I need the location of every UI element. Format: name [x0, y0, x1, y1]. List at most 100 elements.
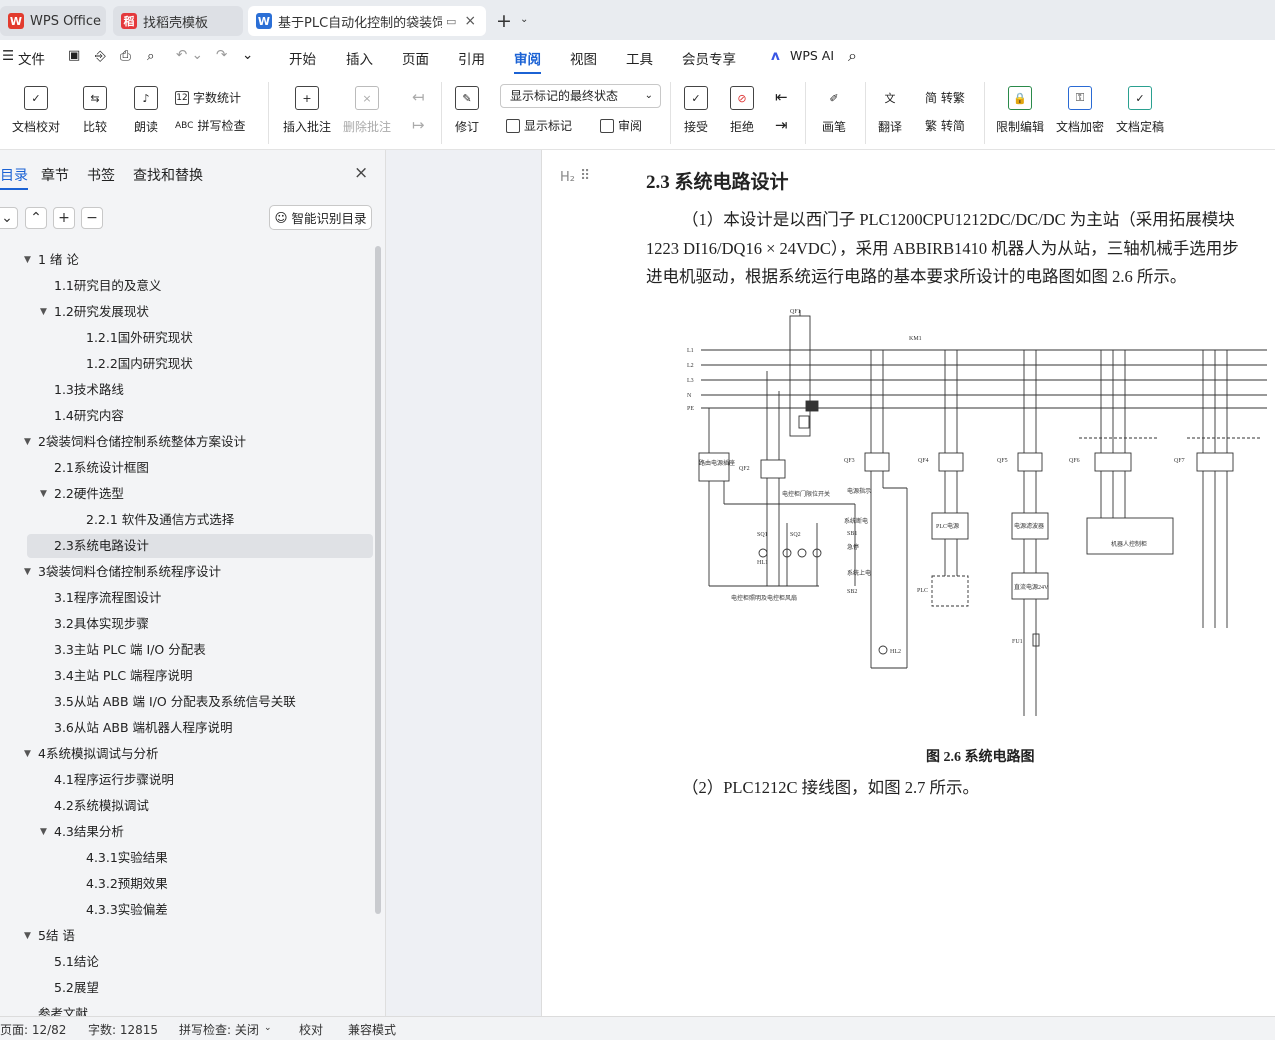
toc-item[interactable]: ▼ 3袋装饲料仓储控制系统程序设计 — [0, 560, 373, 584]
menu-tools[interactable]: 工具 — [626, 48, 653, 68]
menu-file[interactable]: 文件 — [18, 48, 45, 68]
read-aloud-button[interactable]: ♪ 朗读 — [134, 86, 158, 135]
close-pane-icon[interactable]: × — [354, 163, 368, 183]
prev-change-icon[interactable]: ⇤ — [775, 88, 788, 106]
toc-item[interactable]: 4.2系统模拟调试 — [0, 794, 373, 818]
menu-member[interactable]: 会员专享 — [682, 48, 736, 68]
toc-item[interactable]: ▼ 1.2研究发展现状 — [0, 300, 373, 324]
next-comment-icon[interactable]: ↦ — [412, 116, 425, 134]
toc-item[interactable]: 3.6从站 ABB 端机器人程序说明 — [0, 716, 373, 740]
to-traditional-button[interactable]: 简 转繁 — [925, 89, 965, 106]
preview-icon[interactable]: ⌕ — [147, 48, 155, 64]
proofread-indicator[interactable]: 校对 — [299, 1021, 323, 1038]
markup-state-select[interactable]: 显示标记的最终状态 ⌄ — [500, 84, 661, 108]
expand-arrow-icon[interactable]: ▼ — [40, 820, 47, 844]
doc-check-button[interactable]: ✓ 文档校对 — [12, 86, 60, 135]
expand-arrow-icon[interactable]: ▼ — [24, 924, 31, 948]
smart-toc-button[interactable]: ☺ 智能识别目录 — [269, 205, 372, 230]
toc-item[interactable]: 3.2具体实现步骤 — [0, 612, 373, 636]
tab-toc[interactable]: 目录 — [0, 165, 28, 190]
tab-find-replace[interactable]: 查找和替换 — [133, 165, 203, 185]
pen-button[interactable]: ✐ 画笔 — [822, 86, 846, 135]
toc-item[interactable]: ▼ 4系统模拟调试与分析 — [0, 742, 373, 766]
spell-check-button[interactable]: ABC 拼写检查 — [175, 117, 245, 134]
toc-item[interactable]: ▼ 2.2硬件选型 — [0, 482, 373, 506]
revise-button[interactable]: ✎ 修订 — [455, 86, 479, 135]
toc-scrollbar[interactable] — [375, 246, 381, 914]
tab-wps-office[interactable]: W WPS Office — [0, 6, 106, 36]
monitor-icon[interactable]: ▭ — [446, 15, 456, 28]
more-quick-icon[interactable]: ⌄ — [242, 47, 253, 63]
page-indicator[interactable]: 页面: 12/82 — [0, 1021, 66, 1038]
delete-comment-button[interactable]: × 删除批注 — [343, 86, 391, 135]
tab-bookmark[interactable]: 书签 — [87, 165, 115, 185]
toc-item[interactable]: ▼ 1 绪 论 — [0, 248, 373, 272]
menu-page[interactable]: 页面 — [402, 48, 429, 68]
encrypt-button[interactable]: ⚿ 文档加密 — [1056, 86, 1104, 135]
toc-item[interactable]: 4.3.3实验偏差 — [0, 898, 373, 922]
toc-item[interactable]: 4.3.1实验结果 — [0, 846, 373, 870]
expand-arrow-icon[interactable]: ▼ — [40, 300, 47, 324]
tab-chapter[interactable]: 章节 — [41, 165, 69, 185]
toc-item[interactable]: 3.3主站 PLC 端 I/O 分配表 — [0, 638, 373, 662]
next-change-icon[interactable]: ⇥ — [775, 116, 788, 134]
toc-item[interactable]: 1.2.1国外研究现状 — [0, 326, 373, 350]
tab-daoke-templates[interactable]: 稻 找稻壳模板 — [113, 6, 243, 36]
menu-reference[interactable]: 引用 — [458, 48, 485, 68]
toc-item[interactable]: ▼ 2袋装饲料仓储控制系统整体方案设计 — [0, 430, 373, 454]
toc-item[interactable]: 3.5从站 ABB 端 I/O 分配表及系统信号关联 — [0, 690, 373, 714]
toc-item[interactable]: 2.1系统设计框图 — [0, 456, 373, 480]
menu-insert[interactable]: 插入 — [346, 48, 373, 68]
translate-button[interactable]: 文翻译 — [878, 86, 902, 135]
expand-arrow-icon[interactable]: ▼ — [24, 560, 31, 584]
toc-item[interactable]: ▼ 5结 语 — [0, 924, 373, 948]
toc-item[interactable]: 3.4主站 PLC 端程序说明 — [0, 664, 373, 688]
menu-view[interactable]: 视图 — [570, 48, 597, 68]
word-count-indicator[interactable]: 字数: 12815 — [88, 1021, 158, 1038]
add-heading-icon[interactable]: + — [53, 207, 75, 229]
review-pane-button[interactable]: 审阅 — [600, 117, 642, 134]
hamburger-icon[interactable]: ☰ — [2, 48, 14, 64]
compare-button[interactable]: ⇆ 比较 — [83, 86, 107, 135]
toc-item[interactable]: 1.4研究内容 — [0, 404, 373, 428]
expand-arrow-icon[interactable]: ▼ — [40, 482, 47, 506]
tab-document[interactable]: W 基于PLC自动化控制的袋装饲料 ▭ × — [248, 6, 486, 36]
toc-item[interactable]: 5.1结论 — [0, 950, 373, 974]
accept-button[interactable]: ✓ 接受 — [684, 86, 708, 135]
word-count-button[interactable]: 12 字数统计 — [175, 89, 241, 106]
export-pdf-icon[interactable]: ⎆ — [95, 48, 106, 64]
menu-wps-ai[interactable]: WPS AI — [790, 48, 834, 63]
expand-arrow-icon[interactable]: ▼ — [24, 742, 31, 766]
promote-icon[interactable]: ⌃ — [25, 207, 47, 229]
to-simplified-button[interactable]: 繁 转简 — [925, 117, 965, 134]
drag-handle-icon[interactable]: ⠿ — [580, 168, 590, 184]
save-icon[interactable]: ▣ — [68, 48, 80, 63]
toc-item[interactable]: 1.2.2国内研究现状 — [0, 352, 373, 376]
expand-arrow-icon[interactable]: ▼ — [24, 430, 31, 454]
toc-item[interactable]: 3.1程序流程图设计 — [0, 586, 373, 610]
toc-item[interactable]: 2.2.1 软件及通信方式选择 — [0, 508, 373, 532]
toc-item[interactable]: 4.3.2预期效果 — [0, 872, 373, 896]
remove-heading-icon[interactable]: − — [81, 207, 103, 229]
toc-item[interactable]: 2.3系统电路设计 — [27, 534, 373, 558]
close-tab-icon[interactable]: × — [464, 13, 476, 29]
prev-comment-icon[interactable]: ↤ — [412, 88, 425, 106]
spell-check-indicator[interactable]: 拼写检查: 关闭 — [179, 1021, 259, 1038]
finalize-button[interactable]: ✓ 文档定稿 — [1116, 86, 1164, 135]
document-page[interactable]: H₂ ⠿ 2.3 系统电路设计 （1）本设计是以西门子 PLC1200CPU12… — [541, 150, 1275, 1016]
search-icon[interactable]: ⌕ — [848, 46, 857, 66]
reject-button[interactable]: ⊘ 拒绝 — [730, 86, 754, 135]
menu-review[interactable]: 审阅 — [514, 48, 541, 74]
toc-item[interactable]: 5.2展望 — [0, 976, 373, 1000]
toc-item[interactable]: 1.3技术路线 — [0, 378, 373, 402]
show-markup-button[interactable]: 显示标记 — [506, 117, 572, 134]
print-icon[interactable]: ⎙ — [120, 48, 131, 64]
redo-icon[interactable]: ↷ — [216, 47, 227, 63]
collapse-all-icon[interactable]: ⌄ — [0, 207, 18, 229]
expand-arrow-icon[interactable]: ▼ — [24, 248, 31, 272]
undo-icon[interactable]: ↶ ⌄ — [176, 47, 203, 63]
toc-item[interactable]: 4.1程序运行步骤说明 — [0, 768, 373, 792]
toc-item[interactable]: ▼ 4.3结果分析 — [0, 820, 373, 844]
toc-item[interactable]: 1.1研究目的及意义 — [0, 274, 373, 298]
restrict-edit-button[interactable]: 🔒 限制编辑 — [996, 86, 1044, 135]
